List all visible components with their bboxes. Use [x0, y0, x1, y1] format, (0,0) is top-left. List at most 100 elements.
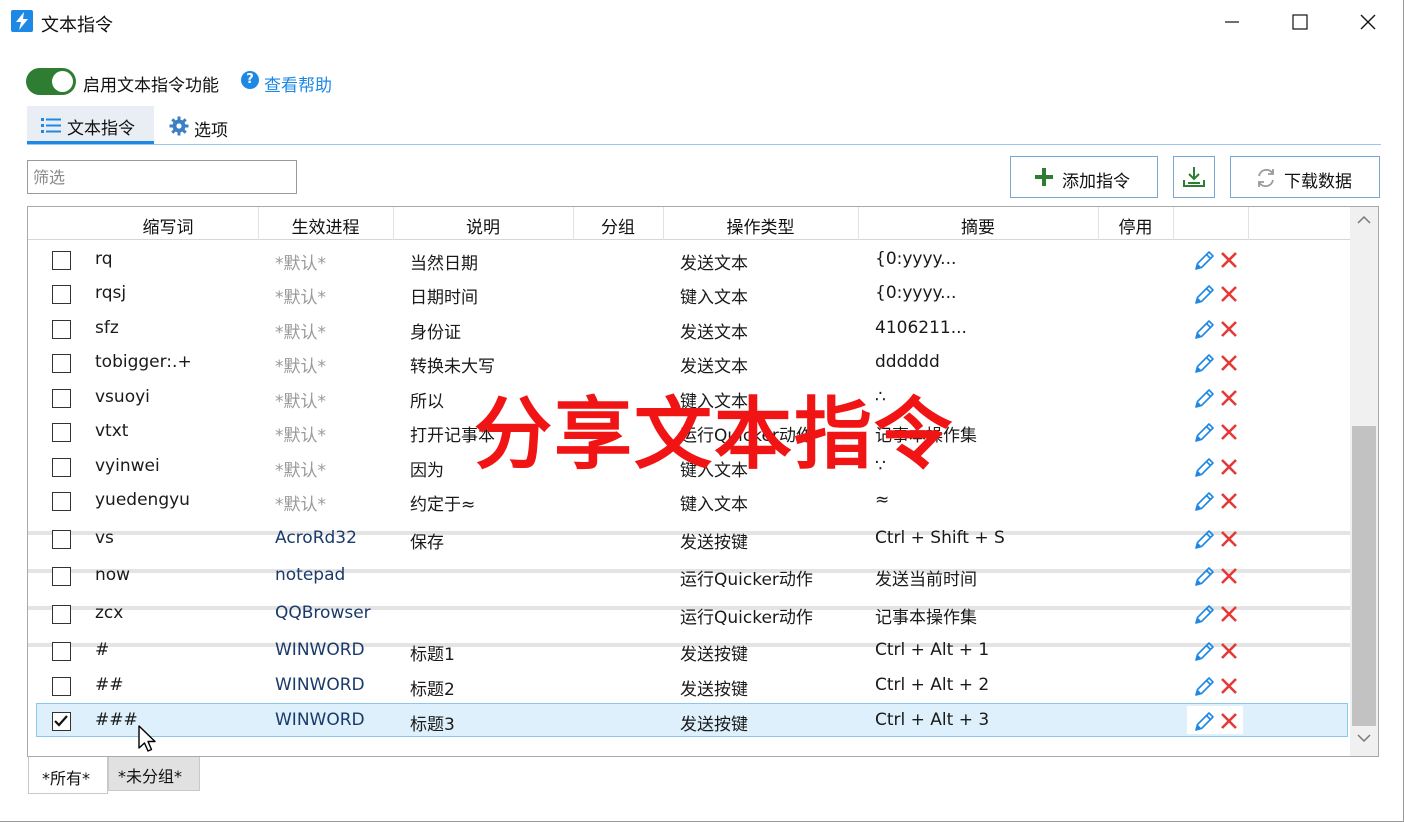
pencil-icon[interactable]: [1192, 387, 1216, 415]
pencil-icon[interactable]: [1192, 456, 1216, 484]
download-data-button[interactable]: 下载数据: [1230, 156, 1380, 198]
cell-abbreviation: vs: [95, 528, 114, 548]
help-link[interactable]: 查看帮助: [264, 71, 332, 96]
table-row[interactable]: vs AcroRd32 保存 发送按键 Ctrl + Shift + S: [28, 522, 1350, 556]
delete-x-icon[interactable]: [1220, 389, 1238, 411]
delete-x-icon[interactable]: [1220, 567, 1238, 589]
cell-process: WINWORD: [275, 640, 365, 660]
delete-x-icon[interactable]: [1220, 642, 1238, 664]
delete-x-icon[interactable]: [1220, 354, 1238, 376]
row-checkbox[interactable]: [52, 320, 71, 339]
pencil-icon[interactable]: [1192, 352, 1216, 380]
cell-operation-type: 发送文本: [680, 323, 748, 343]
row-checkbox[interactable]: [52, 423, 71, 442]
row-checkbox[interactable]: [52, 492, 71, 511]
delete-x-icon[interactable]: [1220, 712, 1238, 734]
row-checkbox[interactable]: [52, 354, 71, 373]
tab-label: 选项: [194, 121, 228, 141]
column-header-op-type[interactable]: 操作类型: [663, 213, 858, 238]
column-header-disabled[interactable]: 停用: [1098, 213, 1173, 238]
row-checkbox[interactable]: [52, 712, 71, 731]
enable-toggle[interactable]: [26, 68, 76, 95]
table-row[interactable]: yuedengyu *默认* 约定于≈ 键入文本 ≈: [28, 484, 1350, 518]
pencil-icon[interactable]: [1192, 603, 1216, 631]
table-row[interactable]: now notepad 运行Quicker动作 发送当前时间: [28, 559, 1350, 593]
row-checkbox[interactable]: [52, 605, 71, 624]
scrollbar-thumb[interactable]: [1352, 426, 1376, 726]
tab-text-commands[interactable]: 文本指令: [27, 106, 154, 144]
delete-x-icon[interactable]: [1220, 285, 1238, 307]
pencil-icon[interactable]: [1192, 528, 1216, 556]
pencil-icon[interactable]: [1192, 490, 1216, 518]
row-checkbox[interactable]: [52, 251, 71, 270]
download-tray-icon: [1183, 167, 1205, 187]
cell-abbreviation: vsuoyi: [95, 387, 150, 407]
table-row[interactable]: sfz *默认* 身份证 发送文本 4106211...: [28, 312, 1350, 346]
delete-x-icon[interactable]: [1220, 677, 1238, 699]
cell-description: 身份证: [410, 323, 461, 343]
maximize-button[interactable]: [1266, 0, 1334, 44]
tab-options[interactable]: 选项: [162, 106, 252, 144]
group-tab-ungrouped[interactable]: *未分组*: [108, 757, 200, 791]
row-checkbox[interactable]: [52, 285, 71, 304]
pencil-icon[interactable]: [1192, 675, 1216, 703]
delete-x-icon[interactable]: [1220, 458, 1238, 480]
list-icon: [41, 118, 61, 133]
table-row[interactable]: rqsj *默认* 日期时间 键入文本 {0:yyyy...: [28, 277, 1350, 311]
cell-abbreviation: zcx: [95, 603, 124, 623]
row-checkbox[interactable]: [52, 530, 71, 549]
cell-abbreviation: now: [95, 565, 131, 585]
cell-operation-type: 运行Quicker动作: [680, 570, 813, 590]
pencil-icon[interactable]: [1192, 565, 1216, 593]
cell-process: *默认*: [275, 323, 326, 343]
table-row[interactable]: zcx QQBrowser 运行Quicker动作 记事本操作集: [28, 597, 1350, 631]
delete-x-icon[interactable]: [1220, 530, 1238, 552]
delete-x-icon[interactable]: [1220, 605, 1238, 627]
delete-x-icon[interactable]: [1220, 492, 1238, 514]
help-icon[interactable]: ?: [241, 71, 259, 89]
minimize-button[interactable]: [1198, 0, 1266, 44]
cell-operation-type: 发送按键: [680, 680, 748, 700]
row-checkbox[interactable]: [52, 389, 71, 408]
group-tab-all[interactable]: *所有*: [28, 757, 108, 794]
pencil-icon[interactable]: [1192, 710, 1216, 738]
cell-summary: {0:yyyy...: [875, 283, 957, 303]
pencil-icon[interactable]: [1192, 640, 1216, 668]
row-checkbox[interactable]: [52, 458, 71, 477]
table-row[interactable]: ### WINWORD 标题3 发送按键 Ctrl + Alt + 3: [36, 703, 1348, 737]
row-checkbox[interactable]: [52, 677, 71, 696]
column-header-desc[interactable]: 说明: [393, 213, 573, 238]
delete-x-icon[interactable]: [1220, 320, 1238, 342]
cell-abbreviation: vtxt: [95, 421, 129, 441]
pencil-icon[interactable]: [1192, 318, 1216, 346]
table-row[interactable]: # WINWORD 标题1 发送按键 Ctrl + Alt + 1: [28, 634, 1350, 668]
table-row[interactable]: rq *默认* 当然日期 发送文本 {0:yyyy...: [28, 243, 1350, 277]
cell-operation-type: 发送按键: [680, 533, 748, 553]
title-bar[interactable]: 文本指令: [0, 0, 1403, 44]
close-button[interactable]: [1334, 0, 1402, 44]
delete-x-icon[interactable]: [1220, 251, 1238, 273]
vertical-scrollbar[interactable]: [1350, 207, 1378, 756]
column-separator: [1248, 207, 1249, 240]
import-button[interactable]: [1173, 156, 1215, 198]
column-header-process[interactable]: 生效进程: [258, 213, 393, 238]
table-row[interactable]: ## WINWORD 标题2 发送按键 Ctrl + Alt + 2: [28, 669, 1350, 703]
add-command-label: 添加指令: [1062, 172, 1130, 192]
row-checkbox[interactable]: [52, 642, 71, 661]
lightning-icon: [11, 10, 33, 32]
delete-x-icon[interactable]: [1220, 423, 1238, 445]
pencil-icon[interactable]: [1192, 283, 1216, 311]
scroll-down-icon[interactable]: [1357, 733, 1371, 743]
pencil-icon[interactable]: [1192, 421, 1216, 449]
download-data-label: 下载数据: [1284, 172, 1352, 192]
cell-description: 标题3: [410, 715, 455, 735]
scroll-up-icon[interactable]: [1357, 215, 1371, 225]
column-header-summary[interactable]: 摘要: [858, 213, 1098, 238]
grid-header: 缩写词 生效进程 说明 分组 操作类型 摘要 停用: [28, 207, 1350, 240]
filter-input[interactable]: [27, 160, 297, 194]
column-header-abbr[interactable]: 缩写词: [78, 213, 258, 238]
add-command-button[interactable]: 添加指令: [1010, 156, 1158, 198]
pencil-icon[interactable]: [1192, 249, 1216, 277]
row-checkbox[interactable]: [52, 567, 71, 586]
column-header-group[interactable]: 分组: [573, 213, 663, 238]
